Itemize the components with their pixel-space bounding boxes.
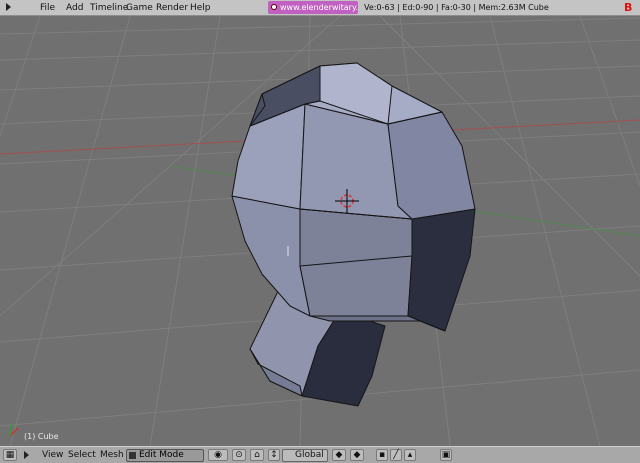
mesh-face <box>387 111 476 220</box>
blender-window: File Add Timeline Game Render Help www.e… <box>0 0 640 463</box>
edge-select-button[interactable]: ╱ <box>390 449 402 461</box>
menu-view[interactable]: View <box>42 449 63 462</box>
screen-selector[interactable]: www.elenderwitary.SCR <box>268 1 358 14</box>
screen-name: www.elenderwitary.SCR <box>280 3 358 12</box>
mode-label: Edit Mode <box>139 450 184 460</box>
render-view-button[interactable]: ▣ <box>440 449 452 461</box>
draw-type-button[interactable]: ◉ <box>208 449 228 461</box>
header-collapse-icon[interactable] <box>24 451 29 459</box>
menu-timeline[interactable]: Timeline <box>90 1 128 15</box>
menu-expand-icon[interactable] <box>6 3 11 11</box>
snap-button[interactable]: ⌂ <box>250 449 264 461</box>
mesh-face <box>299 208 413 317</box>
blender-logo-icon: B <box>624 1 633 14</box>
3d-view-header: ▦ View Select Mesh Edit Mode ◉ ⊙ ⌂ ↕ Glo… <box>0 446 640 463</box>
viewport-canvas[interactable] <box>0 16 640 446</box>
menu-mesh[interactable]: Mesh <box>100 449 124 462</box>
face-select-button[interactable]: ▴ <box>404 449 416 461</box>
menu-select[interactable]: Select <box>68 449 96 462</box>
mesh-face <box>231 103 306 210</box>
screen-icon <box>271 4 277 10</box>
3d-viewport[interactable]: (1) Cube <box>0 16 640 446</box>
editor-type-button[interactable]: ▦ <box>3 449 17 461</box>
menu-file[interactable]: File <box>40 1 55 15</box>
menu-add[interactable]: Add <box>66 1 83 15</box>
mode-dropdown[interactable]: Edit Mode <box>126 449 204 462</box>
top-menu-bar: File Add Timeline Game Render Help www.e… <box>0 0 640 16</box>
mesh-face <box>231 195 311 317</box>
layer-button-1[interactable]: ◆ <box>332 449 346 461</box>
manipulator-toggle-button[interactable]: ↕ <box>268 449 280 461</box>
menu-render[interactable]: Render <box>156 1 188 15</box>
orientation-label: Global <box>295 450 324 460</box>
mesh-face <box>407 208 476 332</box>
mesh-object[interactable] <box>231 62 476 407</box>
active-object-label: (1) Cube <box>24 432 59 441</box>
layer-button-2[interactable]: ◆ <box>350 449 364 461</box>
orientation-dropdown[interactable]: Global <box>282 449 328 462</box>
pivot-point-button[interactable]: ⊙ <box>232 449 246 461</box>
vertex-select-button[interactable]: ▪ <box>376 449 388 461</box>
menu-game[interactable]: Game <box>126 1 153 15</box>
menu-help[interactable]: Help <box>190 1 211 15</box>
edit-mode-icon <box>129 452 136 459</box>
scene-stats: Ve:0-63 | Ed:0-90 | Fa:0-30 | Mem:2.63M … <box>364 3 549 12</box>
